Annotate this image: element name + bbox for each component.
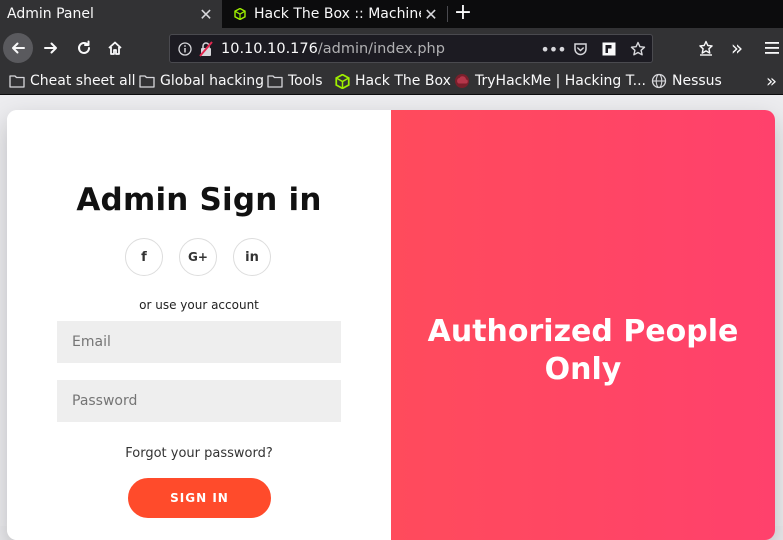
reload-icon xyxy=(78,40,90,54)
bookmarks-overflow-chevron-icon[interactable]: » xyxy=(766,68,777,94)
pocket-icon[interactable] xyxy=(569,35,591,63)
facebook-icon: f xyxy=(141,249,147,265)
globe-icon xyxy=(651,73,667,89)
bookmarks-toolbar: Cheat sheet all Global hacking Tools Hac… xyxy=(0,68,783,95)
url-host: 10.10.10.176 xyxy=(221,41,318,57)
navigation-toolbar: 10.10.10.176/admin/index.php ••• » xyxy=(0,28,783,68)
url-text[interactable]: 10.10.10.176/admin/index.php xyxy=(221,35,445,63)
authorized-message: Authorized People Only xyxy=(391,313,775,389)
tryhackme-icon xyxy=(455,74,469,88)
arrow-left-icon xyxy=(12,42,25,54)
cube-icon xyxy=(335,73,350,89)
tab-admin-panel[interactable]: Admin Panel ✕ xyxy=(0,0,222,28)
info-icon[interactable] xyxy=(176,35,194,63)
google-plus-icon: G+ xyxy=(188,250,208,264)
linkedin-button[interactable]: in xyxy=(233,238,271,276)
linkedin-icon: in xyxy=(245,249,259,265)
bookmark-label: Global hacking xyxy=(160,73,265,89)
arrow-right-icon xyxy=(44,42,57,54)
tab-divider xyxy=(447,6,448,22)
tab-hack-the-box[interactable]: Hack The Box :: Machines ✕ xyxy=(222,0,447,28)
email-field[interactable] xyxy=(57,321,341,363)
sign-in-heading: Admin Sign in xyxy=(76,182,322,218)
tab-title: Hack The Box :: Machines xyxy=(254,6,421,22)
bookmark-label: Tools xyxy=(288,73,323,89)
close-tab-icon[interactable]: ✕ xyxy=(196,5,216,24)
forgot-password-link[interactable]: Forgot your password? xyxy=(7,446,391,461)
bookmark-label: Nessus xyxy=(672,73,722,89)
bookmark-label: Hack The Box xyxy=(355,73,451,89)
sign-in-form: Admin Sign in f G+ in or use your accoun… xyxy=(7,110,391,540)
page-content: Admin Sign in f G+ in or use your accoun… xyxy=(0,95,783,540)
address-bar[interactable]: 10.10.10.176/admin/index.php ••• xyxy=(169,34,653,63)
hack-the-box-icon xyxy=(234,8,246,20)
forward-button[interactable] xyxy=(36,33,66,63)
tab-title: Admin Panel xyxy=(7,6,94,22)
google-plus-button[interactable]: G+ xyxy=(179,238,217,276)
bookmark-label: Cheat sheet all xyxy=(30,73,136,89)
extension-star-icon xyxy=(699,40,713,56)
page-actions-menu-icon[interactable]: ••• xyxy=(540,35,566,63)
overlay-panel: Authorized People Only xyxy=(391,110,775,540)
tab-strip: Admin Panel ✕ Hack The Box :: Machines ✕… xyxy=(0,0,783,28)
hamburger-menu-icon[interactable] xyxy=(761,33,783,63)
folder-icon xyxy=(267,75,283,88)
extension-button[interactable] xyxy=(691,33,721,63)
sign-in-button[interactable]: SIGN IN xyxy=(128,478,271,518)
bookmark-cheat-sheet-all[interactable]: Cheat sheet all xyxy=(9,68,135,94)
authorized-line-2: Only xyxy=(544,352,622,387)
facebook-button[interactable]: f xyxy=(125,238,163,276)
new-tab-button[interactable]: + xyxy=(451,0,475,28)
login-card: Admin Sign in f G+ in or use your accoun… xyxy=(7,110,775,540)
url-path: /admin/index.php xyxy=(317,41,445,57)
folder-icon xyxy=(9,75,25,88)
bookmark-hack-the-box[interactable]: Hack The Box xyxy=(335,68,451,94)
folder-icon xyxy=(139,75,155,88)
or-use-account-text: or use your account xyxy=(139,298,259,312)
bookmark-global-hacking[interactable]: Global hacking xyxy=(139,68,264,94)
bookmark-tryhackme[interactable]: TryHackMe | Hacking T... xyxy=(454,68,646,94)
reader-mode-icon[interactable] xyxy=(598,35,620,63)
back-button[interactable] xyxy=(3,33,33,63)
home-button[interactable] xyxy=(100,33,130,63)
reload-button[interactable] xyxy=(69,33,99,63)
bookmark-star-icon[interactable] xyxy=(627,35,649,63)
close-tab-icon[interactable]: ✕ xyxy=(421,5,441,24)
password-field[interactable] xyxy=(57,380,341,422)
home-icon xyxy=(108,41,122,55)
bookmark-label: TryHackMe | Hacking T... xyxy=(475,73,647,89)
authorized-line-1: Authorized People xyxy=(427,314,739,349)
insecure-lock-icon[interactable] xyxy=(197,35,215,63)
bookmark-nessus[interactable]: Nessus xyxy=(651,68,722,94)
overflow-chevron-icon[interactable]: » xyxy=(722,33,752,63)
bookmark-tools[interactable]: Tools xyxy=(267,68,323,94)
